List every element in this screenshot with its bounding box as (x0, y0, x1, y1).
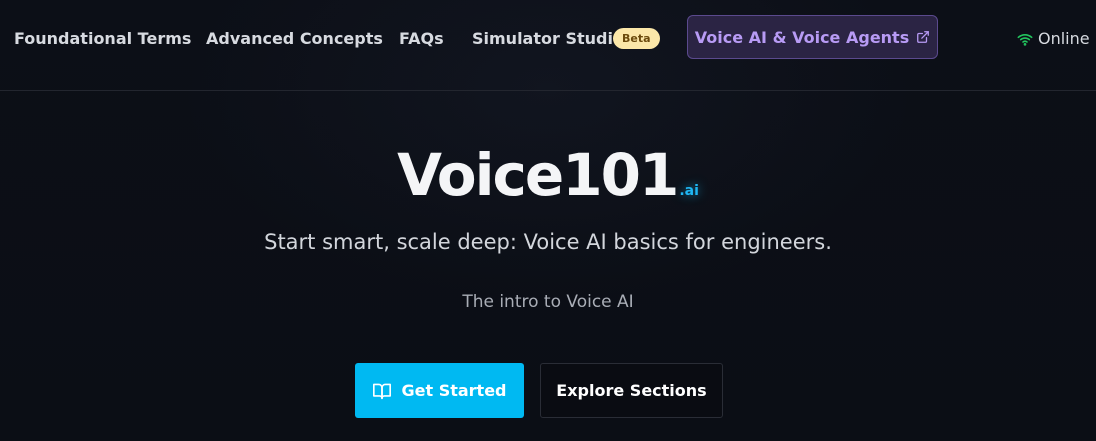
explore-sections-button[interactable]: Explore Sections (540, 363, 723, 418)
nav-link-faqs[interactable]: FAQs (399, 28, 444, 50)
wifi-icon (1017, 32, 1033, 46)
get-started-label: Get Started (401, 381, 507, 400)
nav-link-simulator-studio[interactable]: Simulator Studio (472, 28, 624, 50)
connection-status: Online (1017, 28, 1090, 50)
explore-sections-label: Explore Sections (556, 381, 707, 400)
nav-link-foundational-terms[interactable]: Foundational Terms (14, 28, 191, 50)
external-link-icon (916, 30, 930, 44)
hero-subtitle: The intro to Voice AI (462, 292, 634, 312)
top-navigation-bar: Foundational Terms Advanced Concepts FAQ… (0, 0, 1096, 91)
hero-tagline: Start smart, scale deep: Voice AI basics… (264, 230, 832, 254)
logo-wordmark: Voice101 (397, 141, 679, 209)
get-started-button[interactable]: Get Started (355, 363, 524, 418)
nav-link-advanced-concepts[interactable]: Advanced Concepts (206, 28, 383, 50)
status-label: Online (1038, 29, 1090, 48)
book-open-icon (372, 382, 392, 400)
beta-badge: Beta (613, 28, 660, 49)
voice-ai-agents-label: Voice AI & Voice Agents (694, 27, 910, 47)
site-logo: Voice101 .ai (0, 140, 1096, 210)
logo-suffix: .ai (679, 183, 699, 199)
voice-ai-agents-button[interactable]: Voice AI & Voice Agents (687, 15, 938, 59)
